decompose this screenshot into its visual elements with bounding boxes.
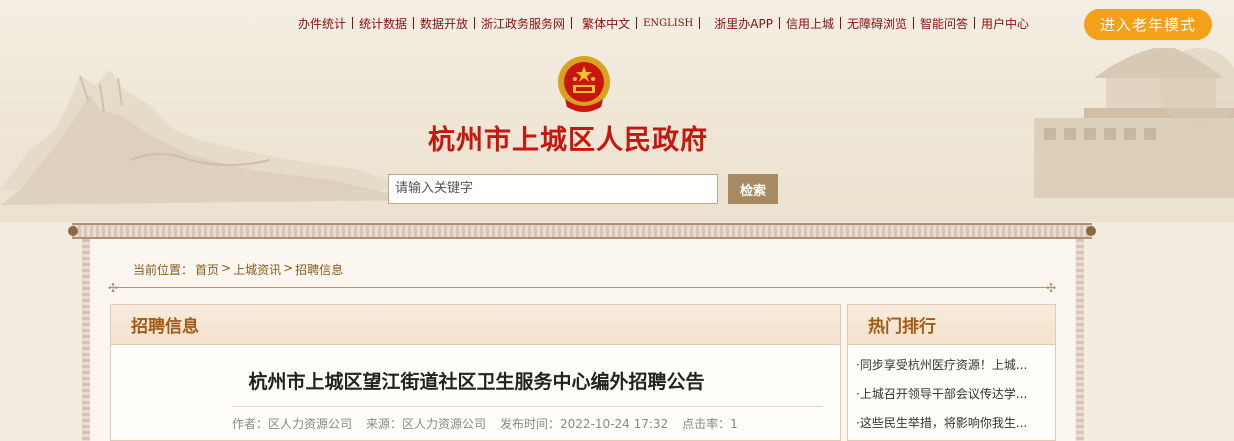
nav-item-accessibility[interactable]: 无障碍浏览 [841,15,913,32]
breadcrumb: 当前位置： 首页 > 上城资讯 > 招聘信息 [133,261,343,278]
hot-ranking-item[interactable]: ·这些民生举措，将影响你我生... [856,415,1055,441]
scroll-left-edge-decoration [82,239,90,441]
article-title: 杭州市上城区望江街道社区卫生服务中心编外招聘公告 [248,371,705,393]
breadcrumb-separator: > [221,261,232,275]
site-title: 杭州市上城区人民政府 [428,125,708,156]
site-header: 办件统计 统计数据 数据开放 浙江政务服务网 繁体中文 ENGLISH 浙里办A… [0,0,1234,222]
nav-item-open-data[interactable]: 数据开放 [414,15,474,32]
breadcrumb-prefix: 当前位置： [133,263,194,277]
divider-ornament-right-icon: ✣ [1046,281,1057,295]
ancient-tower-decoration [1034,48,1234,198]
nav-item-user-center[interactable]: 用户中心 [975,15,1035,32]
nav-item-english[interactable]: ENGLISH [637,18,699,29]
breadcrumb-item-news[interactable]: 上城资讯 [233,261,281,278]
nav-item-zlb-app[interactable]: 浙里办APP [700,15,779,32]
top-navigation: 办件统计 统计数据 数据开放 浙江政务服务网 繁体中文 ENGLISH 浙里办A… [292,13,1035,33]
nav-item-credit[interactable]: 信用上城 [780,15,840,32]
nav-item-traditional-chinese[interactable]: 繁体中文 [572,15,636,32]
nav-item-office-stats[interactable]: 办件统计 [292,15,352,32]
article-panel: 招聘信息 杭州市上城区望江街道社区卫生服务中心编外招聘公告 作者：区人力资源公司… [110,304,841,441]
hot-ranking-panel: 热门排行 ·同步享受杭州医疗资源！上城... ·上城召开领导干部会议传达学...… [847,304,1056,441]
mountain-painting-decoration [0,70,420,205]
national-emblem-icon [558,56,610,112]
divider-ornament-left-icon: ✣ [108,281,119,295]
breadcrumb-divider [111,287,1055,288]
hot-ranking-list: ·同步享受杭州医疗资源！上城... ·上城召开领导干部会议传达学... ·这些民… [848,345,1055,441]
hot-ranking-item[interactable]: ·同步享受杭州医疗资源！上城... [856,357,1055,386]
breadcrumb-separator: > [283,261,294,275]
nav-item-zj-gov-service[interactable]: 浙江政务服务网 [475,15,571,32]
nav-item-statistics[interactable]: 统计数据 [353,15,413,32]
article-clicks: 点击率：1 [682,417,738,431]
article-meta: 作者：区人力资源公司 来源：区人力资源公司 发布时间：2022-10-24 17… [232,406,822,432]
section-title: 招聘信息 [111,305,840,345]
article-author: 作者：区人力资源公司 [232,417,353,431]
article-publish-time: 发布时间：2022-10-24 17:32 [500,417,669,431]
elder-mode-button[interactable]: 进入老年模式 [1084,9,1212,40]
breadcrumb-item-recruitment[interactable]: 招聘信息 [295,261,343,278]
scroll-top-bar-decoration [68,223,1096,239]
search-input[interactable]: 请输入关键字 [388,174,718,204]
scroll-right-edge-decoration [1076,239,1084,441]
nav-item-smart-qa[interactable]: 智能问答 [914,15,974,32]
search-button[interactable]: 检索 [728,174,778,204]
breadcrumb-item-home[interactable]: 首页 [195,261,219,278]
hot-ranking-item[interactable]: ·上城召开领导干部会议传达学... [856,386,1055,415]
article-source: 来源：区人力资源公司 [366,417,487,431]
hot-ranking-title: 热门排行 [848,305,1055,345]
